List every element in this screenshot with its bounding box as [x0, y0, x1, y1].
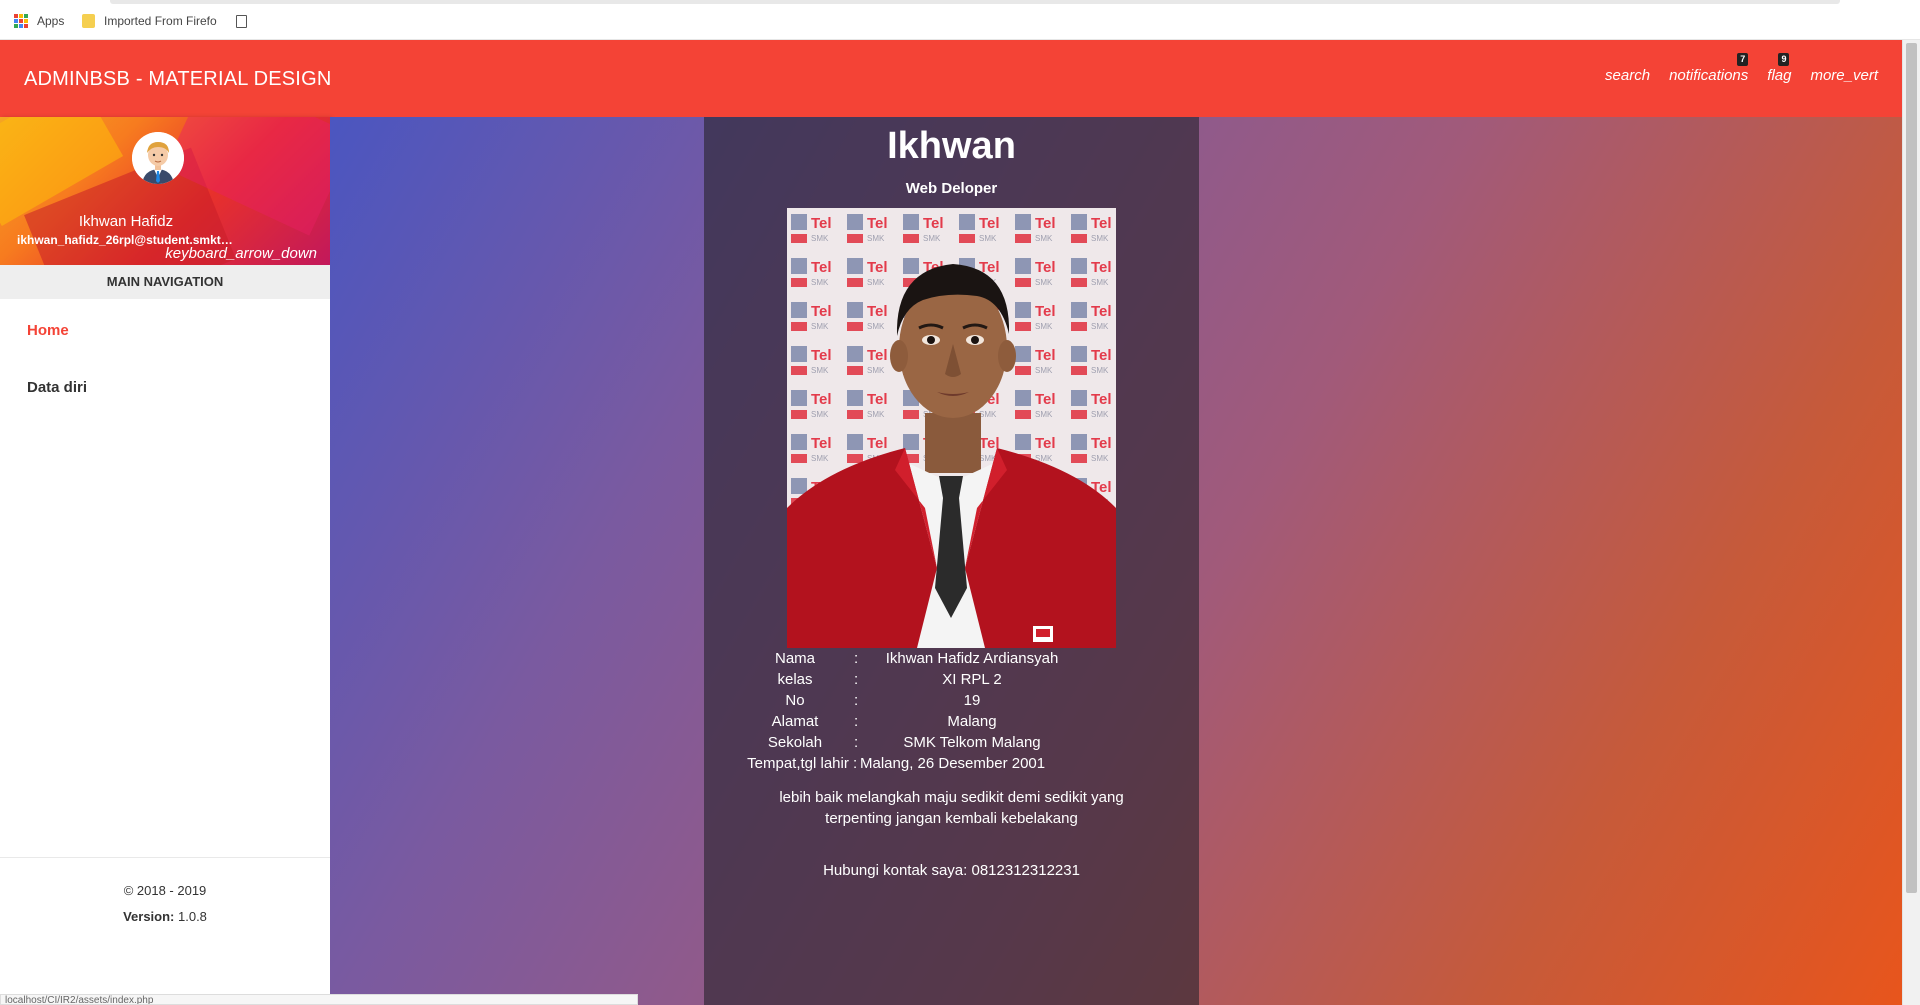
detail-colon: :: [854, 713, 859, 730]
detail-row-kelas: kelas : XI RPL 2: [742, 671, 1162, 692]
apps-grid-dot: [14, 14, 18, 18]
sidebar-footer: © 2018 - 2019 Version: 1.0.8: [0, 857, 330, 1005]
user-name: Ikhwan Hafidz: [78, 213, 174, 230]
detail-row-sekolah: Sekolah : SMK Telkom Malang: [742, 734, 1162, 755]
search-icon: search: [1605, 67, 1651, 84]
version-label: Version:: [123, 909, 175, 924]
more-vert-icon: more_vert: [1810, 67, 1878, 84]
user-info-panel: Ikhwan Hafidz ikhwan_hafidz_26rpl@studen…: [0, 117, 330, 265]
apps-grid-dot: [24, 24, 28, 28]
status-url: localhost/CI/IR2/assets/index.php: [0, 994, 638, 1005]
apps-grid-dot: [14, 24, 18, 28]
apps-grid-dot: [19, 19, 23, 23]
profile-photo: Tel SMK: [787, 208, 1116, 648]
profile-contact: Hubungi kontak saya: 0812312312231: [823, 862, 1080, 879]
detail-row-nama: Nama : Ikhwan Hafidz Ardiansyah: [742, 650, 1162, 671]
detail-colon: :: [854, 734, 859, 751]
bookmarks-bar: Apps Imported From Firefo: [0, 0, 1920, 40]
profile-photo-image: Tel SMK: [787, 208, 1116, 648]
profile-name: Ikhwan: [887, 125, 1016, 167]
main-content: Ikhwan Web Deloper Tel SMK: [330, 117, 1902, 1005]
detail-colon: :: [854, 650, 859, 667]
notifications-badge: 7: [1737, 53, 1749, 66]
nav-header: MAIN NAVIGATION: [0, 265, 330, 299]
profile-role: Web Deloper: [905, 180, 998, 197]
detail-label: Tempat,tgl lahir: [747, 755, 849, 772]
detail-value: SMK Telkom Malang: [903, 734, 1041, 751]
detail-value: 19: [963, 692, 981, 709]
detail-row-alamat: Alamat : Malang: [742, 713, 1162, 734]
profile-quote: lebih baik melangkah maju sedikit demi s…: [779, 789, 1124, 827]
bookmark-apps[interactable]: Apps: [14, 12, 64, 30]
page-icon: [236, 14, 247, 28]
detail-value: Ikhwan Hafidz Ardiansyah: [885, 650, 1059, 667]
top-app-bar: ADMINBSB - MATERIAL DESIGN search notifi…: [0, 40, 1902, 117]
detail-colon: :: [854, 671, 859, 688]
apps-grid-dot: [24, 14, 28, 18]
scrollbar-thumb[interactable]: [1906, 43, 1917, 893]
folder-icon: [82, 14, 95, 28]
bookmark-folder-imported[interactable]: Imported From Firefo: [82, 12, 222, 30]
flag-icon: flag: [1767, 67, 1792, 84]
detail-colon: :: [853, 755, 858, 772]
sidebar-item-home[interactable]: Home: [27, 322, 69, 339]
apps-grid-dot: [19, 24, 23, 28]
detail-row-tempat-tgl-lahir: Tempat,tgl lahir : Malang, 26 Desember 2…: [742, 755, 1162, 776]
detail-colon: :: [854, 692, 859, 709]
more-menu-button[interactable]: more_vert: [1810, 67, 1878, 84]
profile-card: Ikhwan Web Deloper Tel SMK: [704, 117, 1199, 1005]
bookmark-folder-label: Imported From Firefo: [104, 14, 217, 28]
version-value: 1.0.8: [178, 909, 207, 924]
apps-grid-dot: [14, 19, 18, 23]
notifications-button[interactable]: notifications 7: [1669, 53, 1749, 84]
detail-label: No: [785, 692, 805, 709]
avatar[interactable]: [132, 132, 184, 184]
flag-button[interactable]: flag 9: [1767, 53, 1792, 84]
page-scrollbar[interactable]: [1902, 40, 1920, 1005]
detail-value: Malang: [947, 713, 997, 730]
sidebar-item-data-diri[interactable]: Data diri: [27, 379, 87, 396]
profile-details: Nama : Ikhwan Hafidz Ardiansyah kelas : …: [742, 650, 1162, 776]
top-actions: search notifications 7 flag 9 more_vert: [1605, 53, 1878, 84]
bookmark-page[interactable]: [236, 12, 247, 30]
detail-row-no: No : 19: [742, 692, 1162, 713]
apps-grid-dot: [19, 14, 23, 18]
detail-value: Malang, 26 Desember 2001: [860, 755, 1046, 772]
bookmark-apps-label: Apps: [37, 14, 65, 28]
keyboard-arrow-down-icon[interactable]: keyboard_arrow_down: [165, 245, 317, 262]
detail-label: Alamat: [771, 713, 819, 730]
left-sidebar: Ikhwan Hafidz ikhwan_hafidz_26rpl@studen…: [0, 117, 330, 1005]
detail-label: Nama: [774, 650, 815, 667]
detail-label: Sekolah: [767, 734, 823, 751]
detail-value: XI RPL 2: [942, 671, 1002, 688]
address-bar-edge: [110, 0, 1840, 4]
detail-label: kelas: [777, 671, 813, 688]
apps-grid-icon: [14, 14, 28, 28]
avatar-icon: [132, 132, 184, 184]
apps-grid-dot: [24, 19, 28, 23]
search-button[interactable]: search: [1605, 67, 1650, 84]
copyright-text: © 2018 - 2019: [123, 883, 207, 898]
version-text: Version: 1.0.8: [0, 909, 330, 924]
brand-title[interactable]: ADMINBSB - MATERIAL DESIGN: [24, 68, 331, 91]
notifications-icon: notifications: [1669, 67, 1749, 84]
flag-badge: 9: [1778, 53, 1790, 66]
